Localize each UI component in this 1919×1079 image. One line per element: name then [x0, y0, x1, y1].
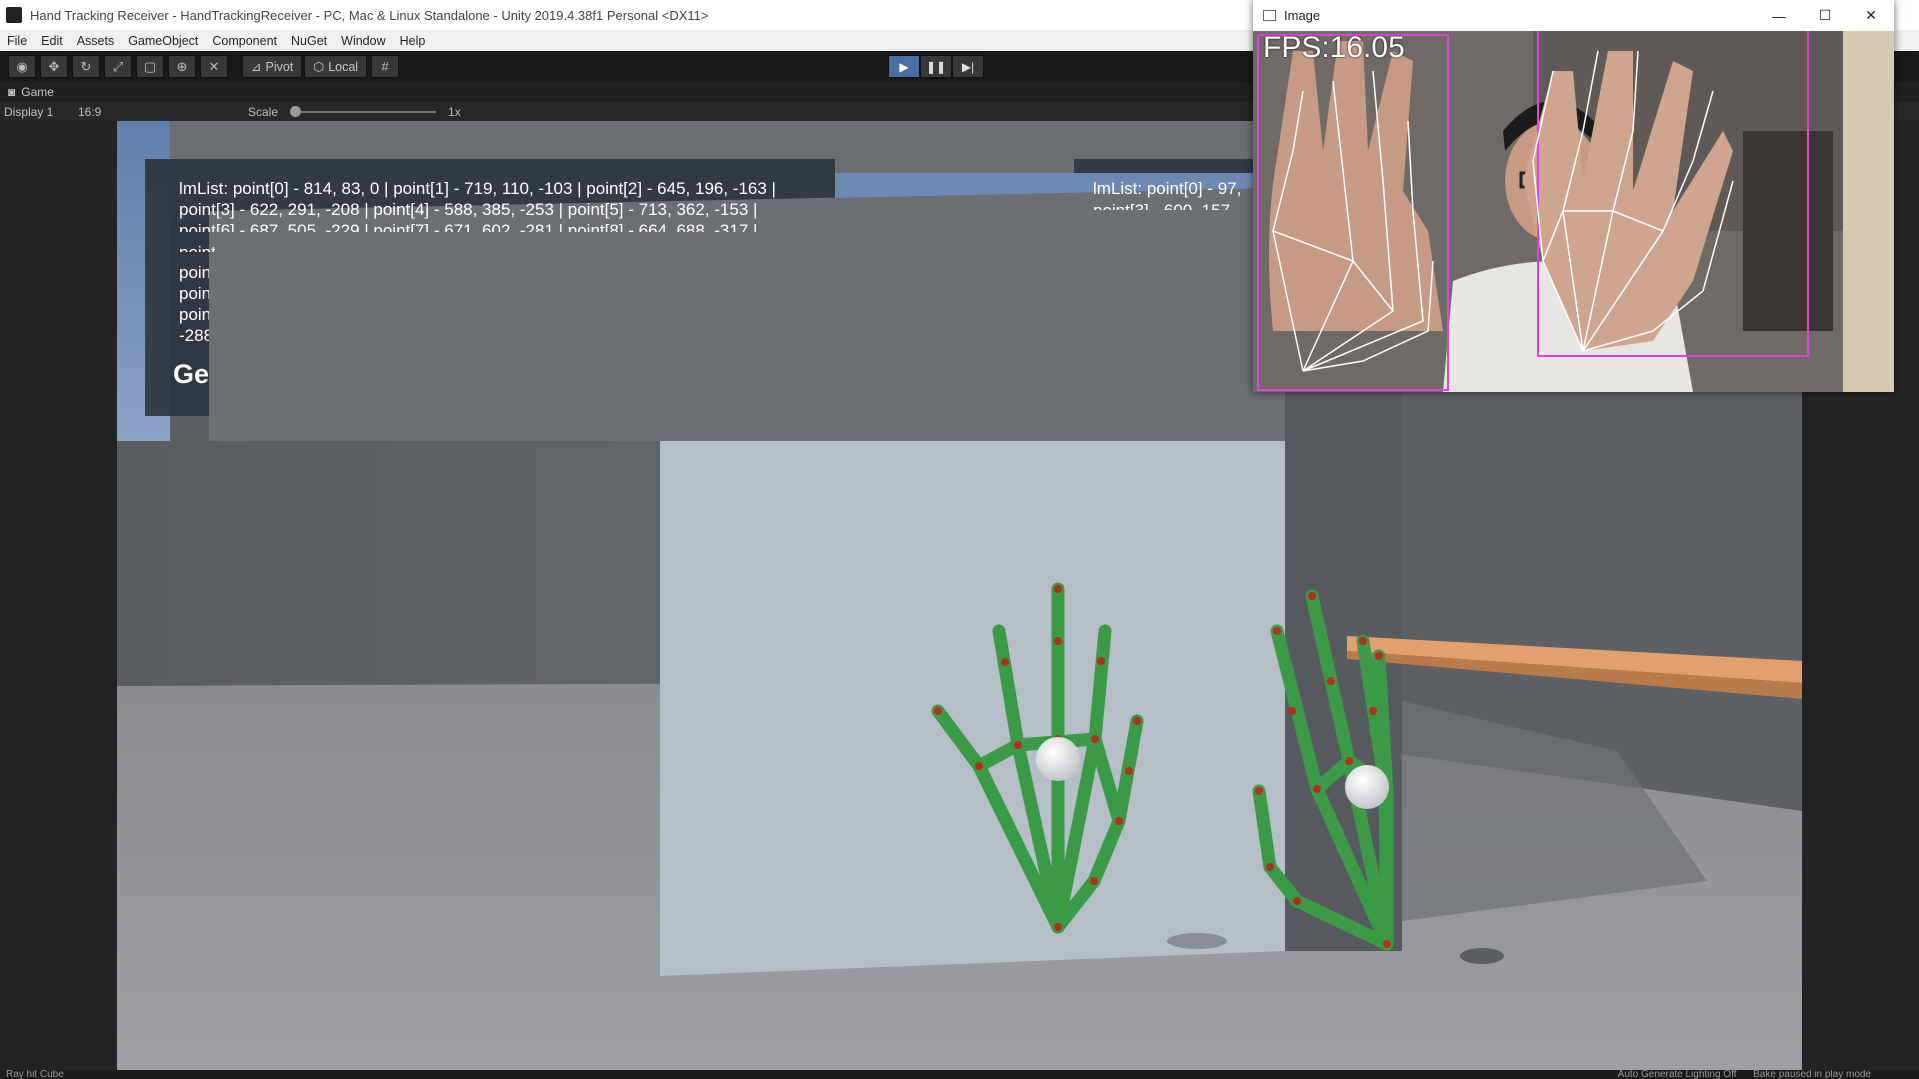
camera-image	[1253, 31, 1894, 392]
landmark-right-line-2: point[3] - 600, 157	[1093, 201, 1230, 210]
local-toggle[interactable]: ⬡ Local	[304, 55, 368, 78]
minimize-icon: —	[1772, 7, 1786, 24]
scale-value: 1x	[448, 104, 461, 119]
local-label: Local	[328, 59, 359, 74]
landmark-line-4-clip: point[9] - 796, 378, -147 | point[...	[179, 243, 215, 252]
menu-assets[interactable]: Assets	[77, 34, 115, 48]
transform-icon: ⊕	[176, 58, 188, 74]
move-tool-button[interactable]: ✥	[40, 55, 68, 78]
step-icon: ▶|	[961, 59, 975, 74]
window-controls: — ☐ ✕	[1756, 0, 1894, 31]
image-window-title: Image	[1284, 8, 1321, 23]
landmark-line-8: -288	[179, 326, 209, 345]
close-icon: ✕	[1865, 7, 1877, 23]
step-button[interactable]: ▶|	[952, 55, 984, 78]
scale-icon: ⤢	[112, 58, 124, 74]
right-hand-shadow	[1460, 948, 1504, 964]
play-icon: ▶	[899, 59, 909, 74]
landmark-right-line-1: lmList: point[0] - 97,	[1093, 179, 1242, 198]
landmark-line-4: point[9] - 796, 378, -147 | point[...	[179, 243, 215, 252]
right-hand-sphere	[1345, 765, 1389, 809]
unity-editor-window: Hand Tracking Receiver - HandTrackingRec…	[0, 0, 1919, 1079]
rect-icon: ▢	[143, 58, 157, 74]
landmark-line-2: point[3] - 622, 291, -208 | point[4] - 5…	[179, 200, 758, 219]
camera-feed: FPS:16.05	[1253, 31, 1894, 392]
rotate-icon: ↻	[80, 58, 92, 74]
shelf	[1743, 131, 1833, 331]
pause-icon: ❚❚	[925, 59, 947, 74]
scale-label: Scale	[248, 104, 279, 119]
window-title: Hand Tracking Receiver - HandTrackingRec…	[30, 7, 709, 23]
landmark-line-1: lmList: point[0] - 814, 83, 0 | point[1]…	[179, 179, 776, 198]
game-tab-label: Game	[21, 85, 54, 99]
maximize-button[interactable]: ☐	[1802, 0, 1848, 31]
unity-logo-icon	[6, 7, 22, 23]
aspect-dropdown[interactable]: 16:9	[78, 105, 236, 119]
menu-edit[interactable]: Edit	[41, 34, 63, 48]
tools-icon: ✕	[208, 58, 220, 74]
menu-help[interactable]: Help	[400, 34, 426, 48]
gesture-label: Gest	[173, 359, 209, 389]
scale-tool-button[interactable]: ⤢	[104, 55, 132, 78]
close-button[interactable]: ✕	[1848, 0, 1894, 31]
image-window[interactable]: Image — ☐ ✕ FPS:16.05	[1253, 0, 1894, 392]
rect-tool-button[interactable]: ▢	[136, 55, 164, 78]
pause-button[interactable]: ❚❚	[920, 55, 952, 78]
landmark-line-3-clip: point[6] - 687, 505, -229 | point[7] - 6…	[179, 221, 829, 232]
left-hand-shadow	[1167, 933, 1227, 949]
left-hand-sphere	[1036, 737, 1080, 781]
pivot-icon: ⊿	[251, 60, 262, 74]
status-message: Ray hit Cube	[6, 1070, 64, 1079]
grid-icon: #	[381, 59, 389, 74]
menu-nuget[interactable]: NuGet	[291, 34, 327, 48]
cube-icon: ⬡	[313, 60, 325, 74]
minimize-button[interactable]: —	[1756, 0, 1802, 31]
eye-icon: ◉	[16, 58, 28, 74]
bake-status: Bake paused in play mode	[1753, 1070, 1871, 1079]
display-dropdown[interactable]: Display 1	[4, 105, 78, 119]
gamepad-icon: ◙	[8, 85, 16, 99]
maximize-icon: ☐	[1818, 7, 1832, 23]
landmark-right-line-2-clip: point[3] - 600, 157	[1093, 201, 1233, 210]
rotate-tool-button[interactable]: ↻	[72, 55, 100, 78]
menu-file[interactable]: File	[7, 34, 27, 48]
view-tool-button[interactable]: ◉	[8, 55, 36, 78]
play-button[interactable]: ▶	[888, 55, 920, 78]
menu-window[interactable]: Window	[341, 34, 385, 48]
image-window-icon	[1263, 10, 1276, 21]
playmode-controls: ▶ ❚❚ ▶|	[888, 55, 984, 78]
door	[1843, 31, 1894, 392]
fps-counter: FPS:16.05	[1263, 31, 1405, 64]
pivot-toggle[interactable]: ⊿ Pivot	[242, 55, 303, 78]
landmark-line-7: poin	[179, 305, 209, 324]
lighting-status: Auto Generate Lighting Off	[1617, 1070, 1737, 1079]
custom-tool-button[interactable]: ✕	[200, 55, 228, 78]
landmark-line-6: poin	[179, 284, 209, 303]
move-icon: ✥	[48, 58, 60, 74]
landmark-line-5: poin	[179, 263, 209, 282]
menu-gameobject[interactable]: GameObject	[128, 34, 198, 48]
transform-tool-button[interactable]: ⊕	[168, 55, 196, 78]
scale-slider-knob[interactable]	[290, 105, 302, 117]
scale-slider[interactable]	[290, 105, 437, 117]
status-right: Auto Generate Lighting Off Bake paused i…	[1618, 1070, 1871, 1079]
status-bar: Ray hit Cube Auto Generate Lighting Off …	[0, 1070, 1919, 1079]
grid-snap-button[interactable]: #	[371, 55, 400, 78]
menu-component[interactable]: Component	[212, 34, 277, 48]
landmark-line-3: point[6] - 687, 505, -229 | point[7] - 6…	[179, 221, 758, 232]
pivot-label: Pivot	[265, 59, 294, 74]
